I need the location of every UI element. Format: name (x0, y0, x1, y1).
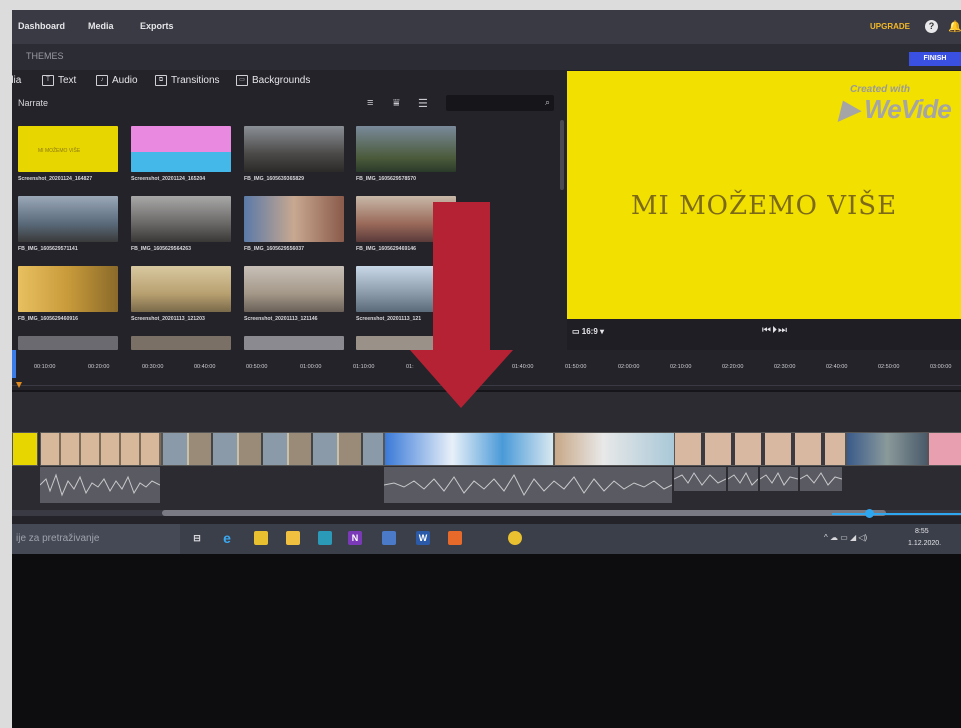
windows-taskbar: ije za pretraživanje ⊟ e N W ^ ☁ ▭ ◢ ◁) … (12, 524, 961, 554)
audio-track-4[interactable] (728, 467, 758, 491)
audio-track-3[interactable] (674, 467, 726, 491)
timeline-clip-video-2[interactable] (554, 432, 676, 466)
timeline-clip-photos-2[interactable] (162, 432, 384, 466)
zoom-slider-track[interactable] (832, 513, 961, 515)
onenote-icon[interactable]: N (348, 531, 362, 545)
mail-icon[interactable] (318, 531, 332, 545)
clock-time[interactable]: 8:55 (915, 528, 929, 535)
audio-waveform-2 (384, 473, 672, 497)
zoom-slider-handle[interactable] (865, 509, 874, 518)
word-icon[interactable]: W (416, 531, 430, 545)
app-icon[interactable] (382, 531, 396, 545)
clock-date[interactable]: 1.12.2020. (908, 540, 941, 547)
system-tray-icons[interactable]: ^ ☁ ▭ ◢ ◁) (824, 533, 867, 542)
audio-track-6[interactable] (800, 467, 842, 491)
audio-track-1[interactable] (40, 467, 160, 503)
timeline-clip-title[interactable] (12, 432, 38, 466)
audio-waveform-1 (40, 473, 160, 497)
timeline-clip-photos-1[interactable] (40, 432, 162, 466)
task-view-icon[interactable]: ⊟ (190, 531, 204, 545)
timeline-clip-photos-3[interactable] (674, 432, 846, 466)
store-icon[interactable] (286, 531, 300, 545)
red-down-arrow-annotation (410, 202, 513, 408)
edge-browser-icon[interactable]: e (220, 531, 234, 545)
audio-waveform-3 (674, 472, 726, 486)
audio-waveform-4 (728, 471, 758, 486)
audio-waveform-6 (800, 472, 842, 486)
timeline-clip-video-blue[interactable] (384, 432, 554, 466)
timeline-clip-end[interactable] (928, 432, 961, 466)
audio-waveform-5 (760, 471, 798, 486)
chrome-icon[interactable] (508, 531, 522, 545)
audio-track-2[interactable] (384, 467, 672, 503)
office-icon[interactable] (448, 531, 462, 545)
audio-track-5[interactable] (760, 467, 798, 491)
timeline-clip-photos-4[interactable] (846, 432, 928, 466)
taskbar-search-text: ije za pretraživanje (16, 533, 100, 544)
monitor-screen: Dashboard Media Exports UPGRADE ? 🔔 THEM… (12, 10, 961, 728)
file-explorer-icon[interactable] (254, 531, 268, 545)
timeline-footer (12, 516, 961, 524)
taskbar-search-box[interactable]: ije za pretraživanje (12, 524, 180, 554)
monitor-bezel (12, 554, 961, 728)
